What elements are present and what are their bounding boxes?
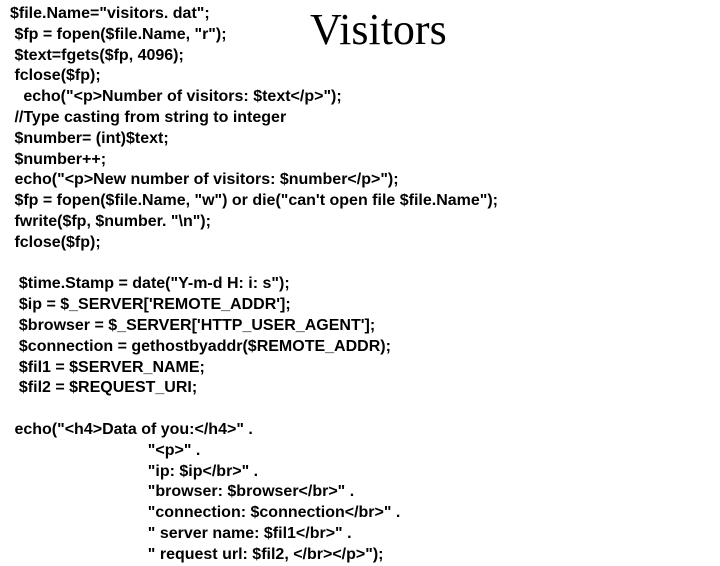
code-block: $file.Name="visitors. dat"; $fp = fopen(…	[10, 4, 710, 566]
